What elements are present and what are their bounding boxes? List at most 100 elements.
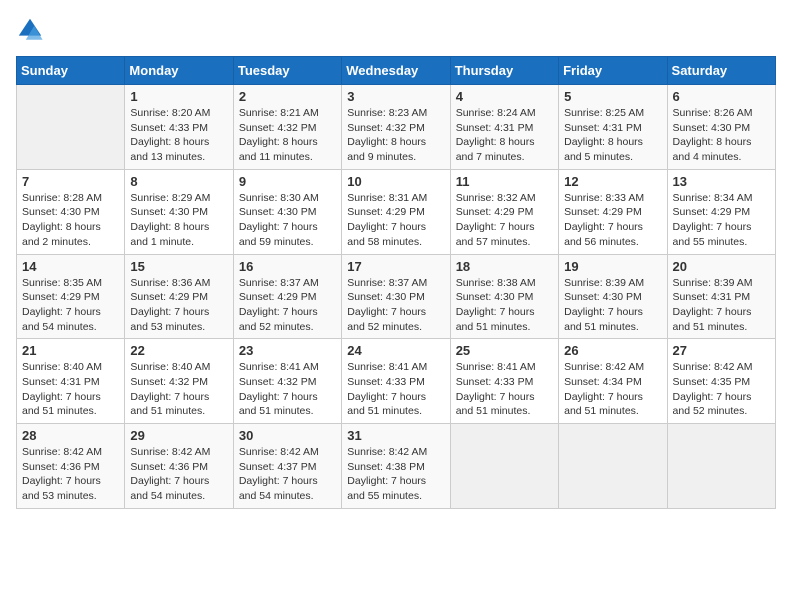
calendar-cell bbox=[17, 85, 125, 170]
calendar-cell: 28 Sunrise: 8:42 AMSunset: 4:36 PMDayligh… bbox=[17, 424, 125, 509]
day-number: 2 bbox=[239, 89, 336, 104]
calendar-cell: 21Sunrise: 8:40 AMSunset: 4:31 PMDayligh… bbox=[17, 339, 125, 424]
day-detail: Sunrise: 8:40 AMSunset: 4:31 PMDaylight:… bbox=[22, 360, 119, 419]
day-detail: Sunrise: 8:40 AMSunset: 4:32 PMDaylight:… bbox=[130, 360, 227, 419]
calendar-cell: 10 Sunrise: 8:31 AMSunset: 4:29 PMDayligh… bbox=[342, 169, 450, 254]
day-number: 17 bbox=[347, 259, 444, 274]
calendar-cell: 31Sunrise: 8:42 AMSunset: 4:38 PMDayligh… bbox=[342, 424, 450, 509]
calendar-cell: 5 Sunrise: 8:25 AMSunset: 4:31 PMDaylight… bbox=[559, 85, 667, 170]
calendar-cell: 22 Sunrise: 8:40 AMSunset: 4:32 PMDayligh… bbox=[125, 339, 233, 424]
calendar-cell bbox=[559, 424, 667, 509]
calendar-cell: 2Sunrise: 8:21 AMSunset: 4:32 PMDaylight… bbox=[233, 85, 341, 170]
day-detail: Sunrise: 8:31 AMSunset: 4:29 PMDaylight:… bbox=[347, 191, 444, 250]
day-detail: Sunrise: 8:34 AMSunset: 4:29 PMDaylight:… bbox=[673, 191, 770, 250]
calendar-week-1: 1 Sunrise: 8:20 AMSunset: 4:33 PMDaylight… bbox=[17, 85, 776, 170]
day-detail: Sunrise: 8:37 AMSunset: 4:30 PMDaylight:… bbox=[347, 276, 444, 335]
calendar-cell: 24 Sunrise: 8:41 AMSunset: 4:33 PMDayligh… bbox=[342, 339, 450, 424]
day-detail: Sunrise: 8:23 AMSunset: 4:32 PMDaylight:… bbox=[347, 106, 444, 165]
day-detail: Sunrise: 8:25 AMSunset: 4:31 PMDaylight:… bbox=[564, 106, 661, 165]
calendar-cell: 18Sunrise: 8:38 AMSunset: 4:30 PMDayligh… bbox=[450, 254, 558, 339]
day-number: 16 bbox=[239, 259, 336, 274]
calendar-cell: 25 Sunrise: 8:41 AMSunset: 4:33 PMDayligh… bbox=[450, 339, 558, 424]
day-number: 1 bbox=[130, 89, 227, 104]
day-detail: Sunrise: 8:42 AMSunset: 4:34 PMDaylight:… bbox=[564, 360, 661, 419]
day-detail: Sunrise: 8:26 AMSunset: 4:30 PMDaylight:… bbox=[673, 106, 770, 165]
day-number: 22 bbox=[130, 343, 227, 358]
logo bbox=[16, 16, 48, 44]
day-detail: Sunrise: 8:42 AMSunset: 4:38 PMDaylight:… bbox=[347, 445, 444, 504]
day-number: 30 bbox=[239, 428, 336, 443]
header-cell-sunday: Sunday bbox=[17, 57, 125, 85]
day-detail: Sunrise: 8:24 AMSunset: 4:31 PMDaylight:… bbox=[456, 106, 553, 165]
calendar-cell: 4Sunrise: 8:24 AMSunset: 4:31 PMDaylight… bbox=[450, 85, 558, 170]
day-number: 19 bbox=[564, 259, 661, 274]
day-detail: Sunrise: 8:41 AMSunset: 4:33 PMDaylight:… bbox=[347, 360, 444, 419]
header-cell-thursday: Thursday bbox=[450, 57, 558, 85]
calendar-cell bbox=[450, 424, 558, 509]
calendar-week-2: 7 Sunrise: 8:28 AMSunset: 4:30 PMDaylight… bbox=[17, 169, 776, 254]
day-number: 6 bbox=[673, 89, 770, 104]
calendar-cell: 7 Sunrise: 8:28 AMSunset: 4:30 PMDaylight… bbox=[17, 169, 125, 254]
calendar-cell: 23 Sunrise: 8:41 AMSunset: 4:32 PMDayligh… bbox=[233, 339, 341, 424]
day-detail: Sunrise: 8:20 AMSunset: 4:33 PMDaylight:… bbox=[130, 106, 227, 165]
calendar-week-5: 28 Sunrise: 8:42 AMSunset: 4:36 PMDayligh… bbox=[17, 424, 776, 509]
calendar-cell: 17 Sunrise: 8:37 AMSunset: 4:30 PMDayligh… bbox=[342, 254, 450, 339]
calendar-cell: 14 Sunrise: 8:35 AMSunset: 4:29 PMDayligh… bbox=[17, 254, 125, 339]
day-number: 3 bbox=[347, 89, 444, 104]
day-number: 28 bbox=[22, 428, 119, 443]
calendar-cell: 8Sunrise: 8:29 AMSunset: 4:30 PMDaylight… bbox=[125, 169, 233, 254]
day-number: 10 bbox=[347, 174, 444, 189]
day-number: 7 bbox=[22, 174, 119, 189]
calendar-week-4: 21Sunrise: 8:40 AMSunset: 4:31 PMDayligh… bbox=[17, 339, 776, 424]
day-number: 11 bbox=[456, 174, 553, 189]
day-number: 20 bbox=[673, 259, 770, 274]
day-number: 12 bbox=[564, 174, 661, 189]
day-number: 26 bbox=[564, 343, 661, 358]
header-cell-monday: Monday bbox=[125, 57, 233, 85]
calendar-body: 1 Sunrise: 8:20 AMSunset: 4:33 PMDaylight… bbox=[17, 85, 776, 509]
calendar-cell: 11 Sunrise: 8:32 AMSunset: 4:29 PMDayligh… bbox=[450, 169, 558, 254]
calendar-cell: 30 Sunrise: 8:42 AMSunset: 4:37 PMDayligh… bbox=[233, 424, 341, 509]
day-detail: Sunrise: 8:32 AMSunset: 4:29 PMDaylight:… bbox=[456, 191, 553, 250]
day-number: 18 bbox=[456, 259, 553, 274]
calendar-cell: 20 Sunrise: 8:39 AMSunset: 4:31 PMDayligh… bbox=[667, 254, 775, 339]
day-detail: Sunrise: 8:29 AMSunset: 4:30 PMDaylight:… bbox=[130, 191, 227, 250]
calendar-cell: 26 Sunrise: 8:42 AMSunset: 4:34 PMDayligh… bbox=[559, 339, 667, 424]
day-detail: Sunrise: 8:42 AMSunset: 4:37 PMDaylight:… bbox=[239, 445, 336, 504]
header-cell-friday: Friday bbox=[559, 57, 667, 85]
header-cell-saturday: Saturday bbox=[667, 57, 775, 85]
day-number: 25 bbox=[456, 343, 553, 358]
calendar-cell: 12 Sunrise: 8:33 AMSunset: 4:29 PMDayligh… bbox=[559, 169, 667, 254]
calendar-cell: 19 Sunrise: 8:39 AMSunset: 4:30 PMDayligh… bbox=[559, 254, 667, 339]
day-number: 15 bbox=[130, 259, 227, 274]
day-detail: Sunrise: 8:39 AMSunset: 4:31 PMDaylight:… bbox=[673, 276, 770, 335]
day-number: 14 bbox=[22, 259, 119, 274]
calendar-cell: 6 Sunrise: 8:26 AMSunset: 4:30 PMDaylight… bbox=[667, 85, 775, 170]
day-detail: Sunrise: 8:33 AMSunset: 4:29 PMDaylight:… bbox=[564, 191, 661, 250]
day-number: 23 bbox=[239, 343, 336, 358]
day-number: 9 bbox=[239, 174, 336, 189]
day-detail: Sunrise: 8:35 AMSunset: 4:29 PMDaylight:… bbox=[22, 276, 119, 335]
day-detail: Sunrise: 8:42 AMSunset: 4:35 PMDaylight:… bbox=[673, 360, 770, 419]
day-detail: Sunrise: 8:41 AMSunset: 4:32 PMDaylight:… bbox=[239, 360, 336, 419]
header-cell-tuesday: Tuesday bbox=[233, 57, 341, 85]
day-detail: Sunrise: 8:39 AMSunset: 4:30 PMDaylight:… bbox=[564, 276, 661, 335]
calendar-cell: 16 Sunrise: 8:37 AMSunset: 4:29 PMDayligh… bbox=[233, 254, 341, 339]
day-number: 24 bbox=[347, 343, 444, 358]
day-detail: Sunrise: 8:28 AMSunset: 4:30 PMDaylight:… bbox=[22, 191, 119, 250]
day-detail: Sunrise: 8:42 AMSunset: 4:36 PMDaylight:… bbox=[22, 445, 119, 504]
header-row: SundayMondayTuesdayWednesdayThursdayFrid… bbox=[17, 57, 776, 85]
day-detail: Sunrise: 8:42 AMSunset: 4:36 PMDaylight:… bbox=[130, 445, 227, 504]
calendar-cell bbox=[667, 424, 775, 509]
day-number: 27 bbox=[673, 343, 770, 358]
calendar-cell: 1 Sunrise: 8:20 AMSunset: 4:33 PMDaylight… bbox=[125, 85, 233, 170]
calendar-cell: 9Sunrise: 8:30 AMSunset: 4:30 PMDaylight… bbox=[233, 169, 341, 254]
day-detail: Sunrise: 8:36 AMSunset: 4:29 PMDaylight:… bbox=[130, 276, 227, 335]
calendar-cell: 27 Sunrise: 8:42 AMSunset: 4:35 PMDayligh… bbox=[667, 339, 775, 424]
calendar-cell: 15 Sunrise: 8:36 AMSunset: 4:29 PMDayligh… bbox=[125, 254, 233, 339]
day-detail: Sunrise: 8:41 AMSunset: 4:33 PMDaylight:… bbox=[456, 360, 553, 419]
day-number: 5 bbox=[564, 89, 661, 104]
calendar-cell: 3 Sunrise: 8:23 AMSunset: 4:32 PMDaylight… bbox=[342, 85, 450, 170]
day-number: 13 bbox=[673, 174, 770, 189]
day-detail: Sunrise: 8:37 AMSunset: 4:29 PMDaylight:… bbox=[239, 276, 336, 335]
